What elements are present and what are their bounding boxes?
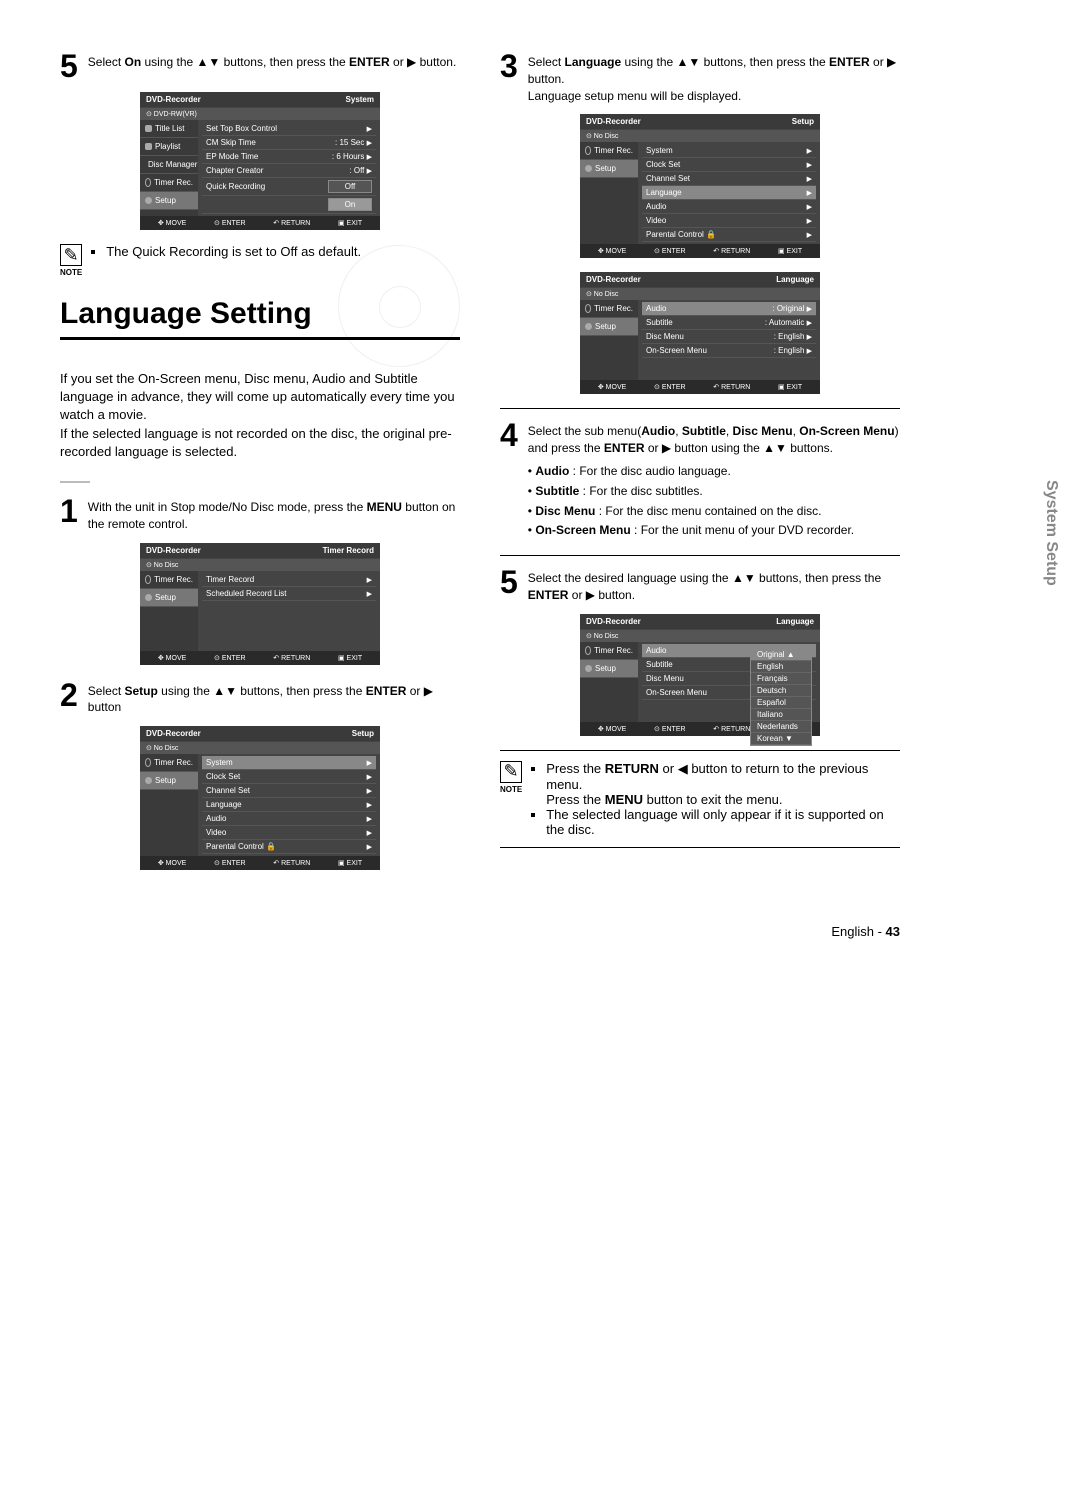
note-quick-recording: ✎ NOTE The Quick Recording is set to Off… bbox=[60, 244, 460, 277]
step-1: 1 With the unit in Stop mode/No Disc mod… bbox=[60, 495, 460, 533]
note-icon: ✎ bbox=[500, 761, 522, 783]
step-3: 3 Select Language using the ▲▼ buttons, … bbox=[500, 50, 900, 104]
note-return: ✎ NOTE Press the RETURN or ◀ button to r… bbox=[500, 761, 900, 837]
side-tab: System Setup bbox=[1042, 480, 1060, 586]
osd-timer-record: DVD-RecorderTimer Record ⊙ No Disc Timer… bbox=[140, 543, 380, 665]
right-column: 3 Select Language using the ▲▼ buttons, … bbox=[500, 40, 900, 884]
step-number: 3 bbox=[500, 50, 518, 82]
osd-language: DVD-RecorderLanguage ⊙ No Disc Timer Rec… bbox=[580, 272, 820, 394]
left-column: 5 Select On using the ▲▼ buttons, then p… bbox=[60, 40, 460, 884]
step-number: 5 bbox=[500, 566, 518, 598]
step-5-left: 5 Select On using the ▲▼ buttons, then p… bbox=[60, 50, 460, 82]
step-number: 4 bbox=[500, 419, 518, 451]
note-label: NOTE bbox=[500, 785, 522, 794]
note-label: NOTE bbox=[60, 268, 82, 277]
note-icon: ✎ bbox=[60, 244, 82, 266]
submenu-bullets: Audio : For the disc audio language.Subt… bbox=[528, 463, 900, 539]
step-4: 4 Select the sub menu(Audio, Subtitle, D… bbox=[500, 419, 900, 545]
section-title: Language Setting bbox=[60, 297, 460, 340]
osd-setup: DVD-RecorderSetup ⊙ No Disc Timer Rec.Se… bbox=[140, 726, 380, 870]
step-2: 2 Select Setup using the ▲▼ buttons, the… bbox=[60, 679, 460, 717]
step-number: 1 bbox=[60, 495, 78, 527]
step-5-right: 5 Select the desired language using the … bbox=[500, 566, 900, 604]
step-text: Select On using the ▲▼ buttons, then pre… bbox=[88, 50, 457, 71]
osd-system: DVD-RecorderSystem ⊙ DVD-RW(VR) Title Li… bbox=[140, 92, 380, 230]
osd-language-dropdown: DVD-RecorderLanguage ⊙ No Disc Timer Rec… bbox=[580, 614, 820, 736]
intro-text: If you set the On-Screen menu, Disc menu… bbox=[60, 370, 460, 461]
step-number: 2 bbox=[60, 679, 78, 711]
osd-setup-lang: DVD-RecorderSetup ⊙ No Disc Timer Rec.Se… bbox=[580, 114, 820, 258]
page-footer: English - 43 bbox=[60, 924, 900, 939]
step-number: 5 bbox=[60, 50, 78, 82]
